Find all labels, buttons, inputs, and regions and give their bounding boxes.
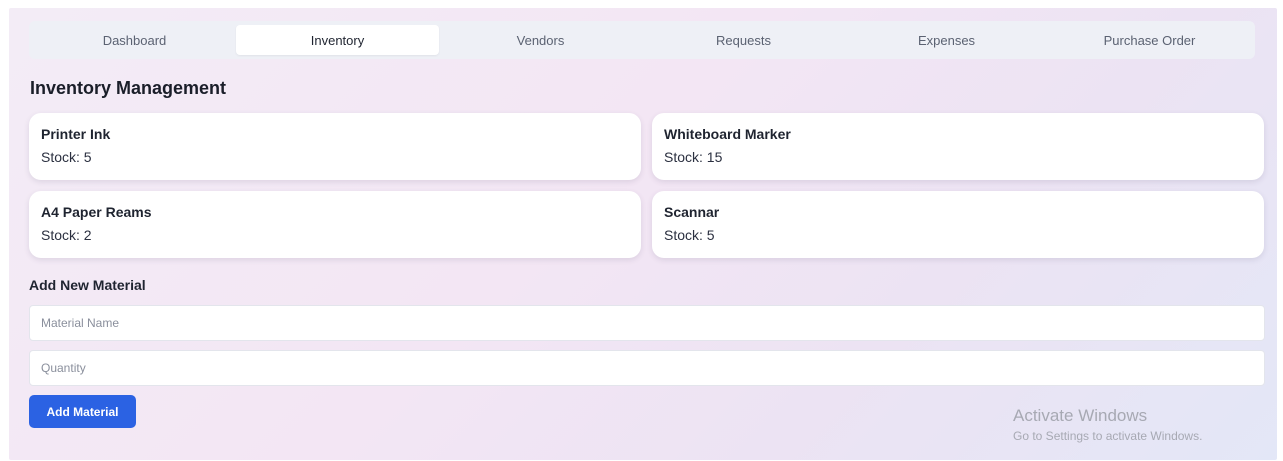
tab-expenses[interactable]: Expenses	[845, 25, 1048, 55]
nav-tabs: Dashboard Inventory Vendors Requests Exp…	[29, 21, 1255, 59]
tab-inventory[interactable]: Inventory	[236, 25, 439, 55]
item-name: Whiteboard Marker	[664, 126, 791, 142]
app-frame: Dashboard Inventory Vendors Requests Exp…	[9, 8, 1277, 460]
item-name: Printer Ink	[41, 126, 111, 142]
inventory-grid: Printer Ink Stock: 5 Whiteboard Marker S…	[29, 113, 1265, 258]
inventory-card: Whiteboard Marker Stock: 15	[652, 113, 1264, 180]
tab-dashboard[interactable]: Dashboard	[33, 25, 236, 55]
tab-requests[interactable]: Requests	[642, 25, 845, 55]
item-stock: Stock: 15	[664, 149, 723, 165]
add-material-button[interactable]: Add Material	[29, 395, 136, 428]
item-stock: Stock: 2	[41, 227, 92, 243]
tab-vendors[interactable]: Vendors	[439, 25, 642, 55]
material-name-input[interactable]	[29, 305, 1265, 341]
add-material-heading: Add New Material	[29, 277, 146, 293]
tab-purchase-order[interactable]: Purchase Order	[1048, 25, 1251, 55]
activate-windows-watermark: Activate Windows Go to Settings to activ…	[1013, 406, 1202, 443]
item-name: A4 Paper Reams	[41, 204, 152, 220]
quantity-input[interactable]	[29, 350, 1265, 386]
watermark-title: Activate Windows	[1013, 406, 1148, 425]
inventory-card: Scannar Stock: 5	[652, 191, 1264, 258]
item-stock: Stock: 5	[664, 227, 715, 243]
item-stock: Stock: 5	[41, 149, 92, 165]
inventory-card: A4 Paper Reams Stock: 2	[29, 191, 641, 258]
page-title: Inventory Management	[30, 78, 227, 98]
item-name: Scannar	[664, 204, 720, 220]
watermark-subtitle: Go to Settings to activate Windows.	[1013, 429, 1203, 443]
inventory-card: Printer Ink Stock: 5	[29, 113, 641, 180]
